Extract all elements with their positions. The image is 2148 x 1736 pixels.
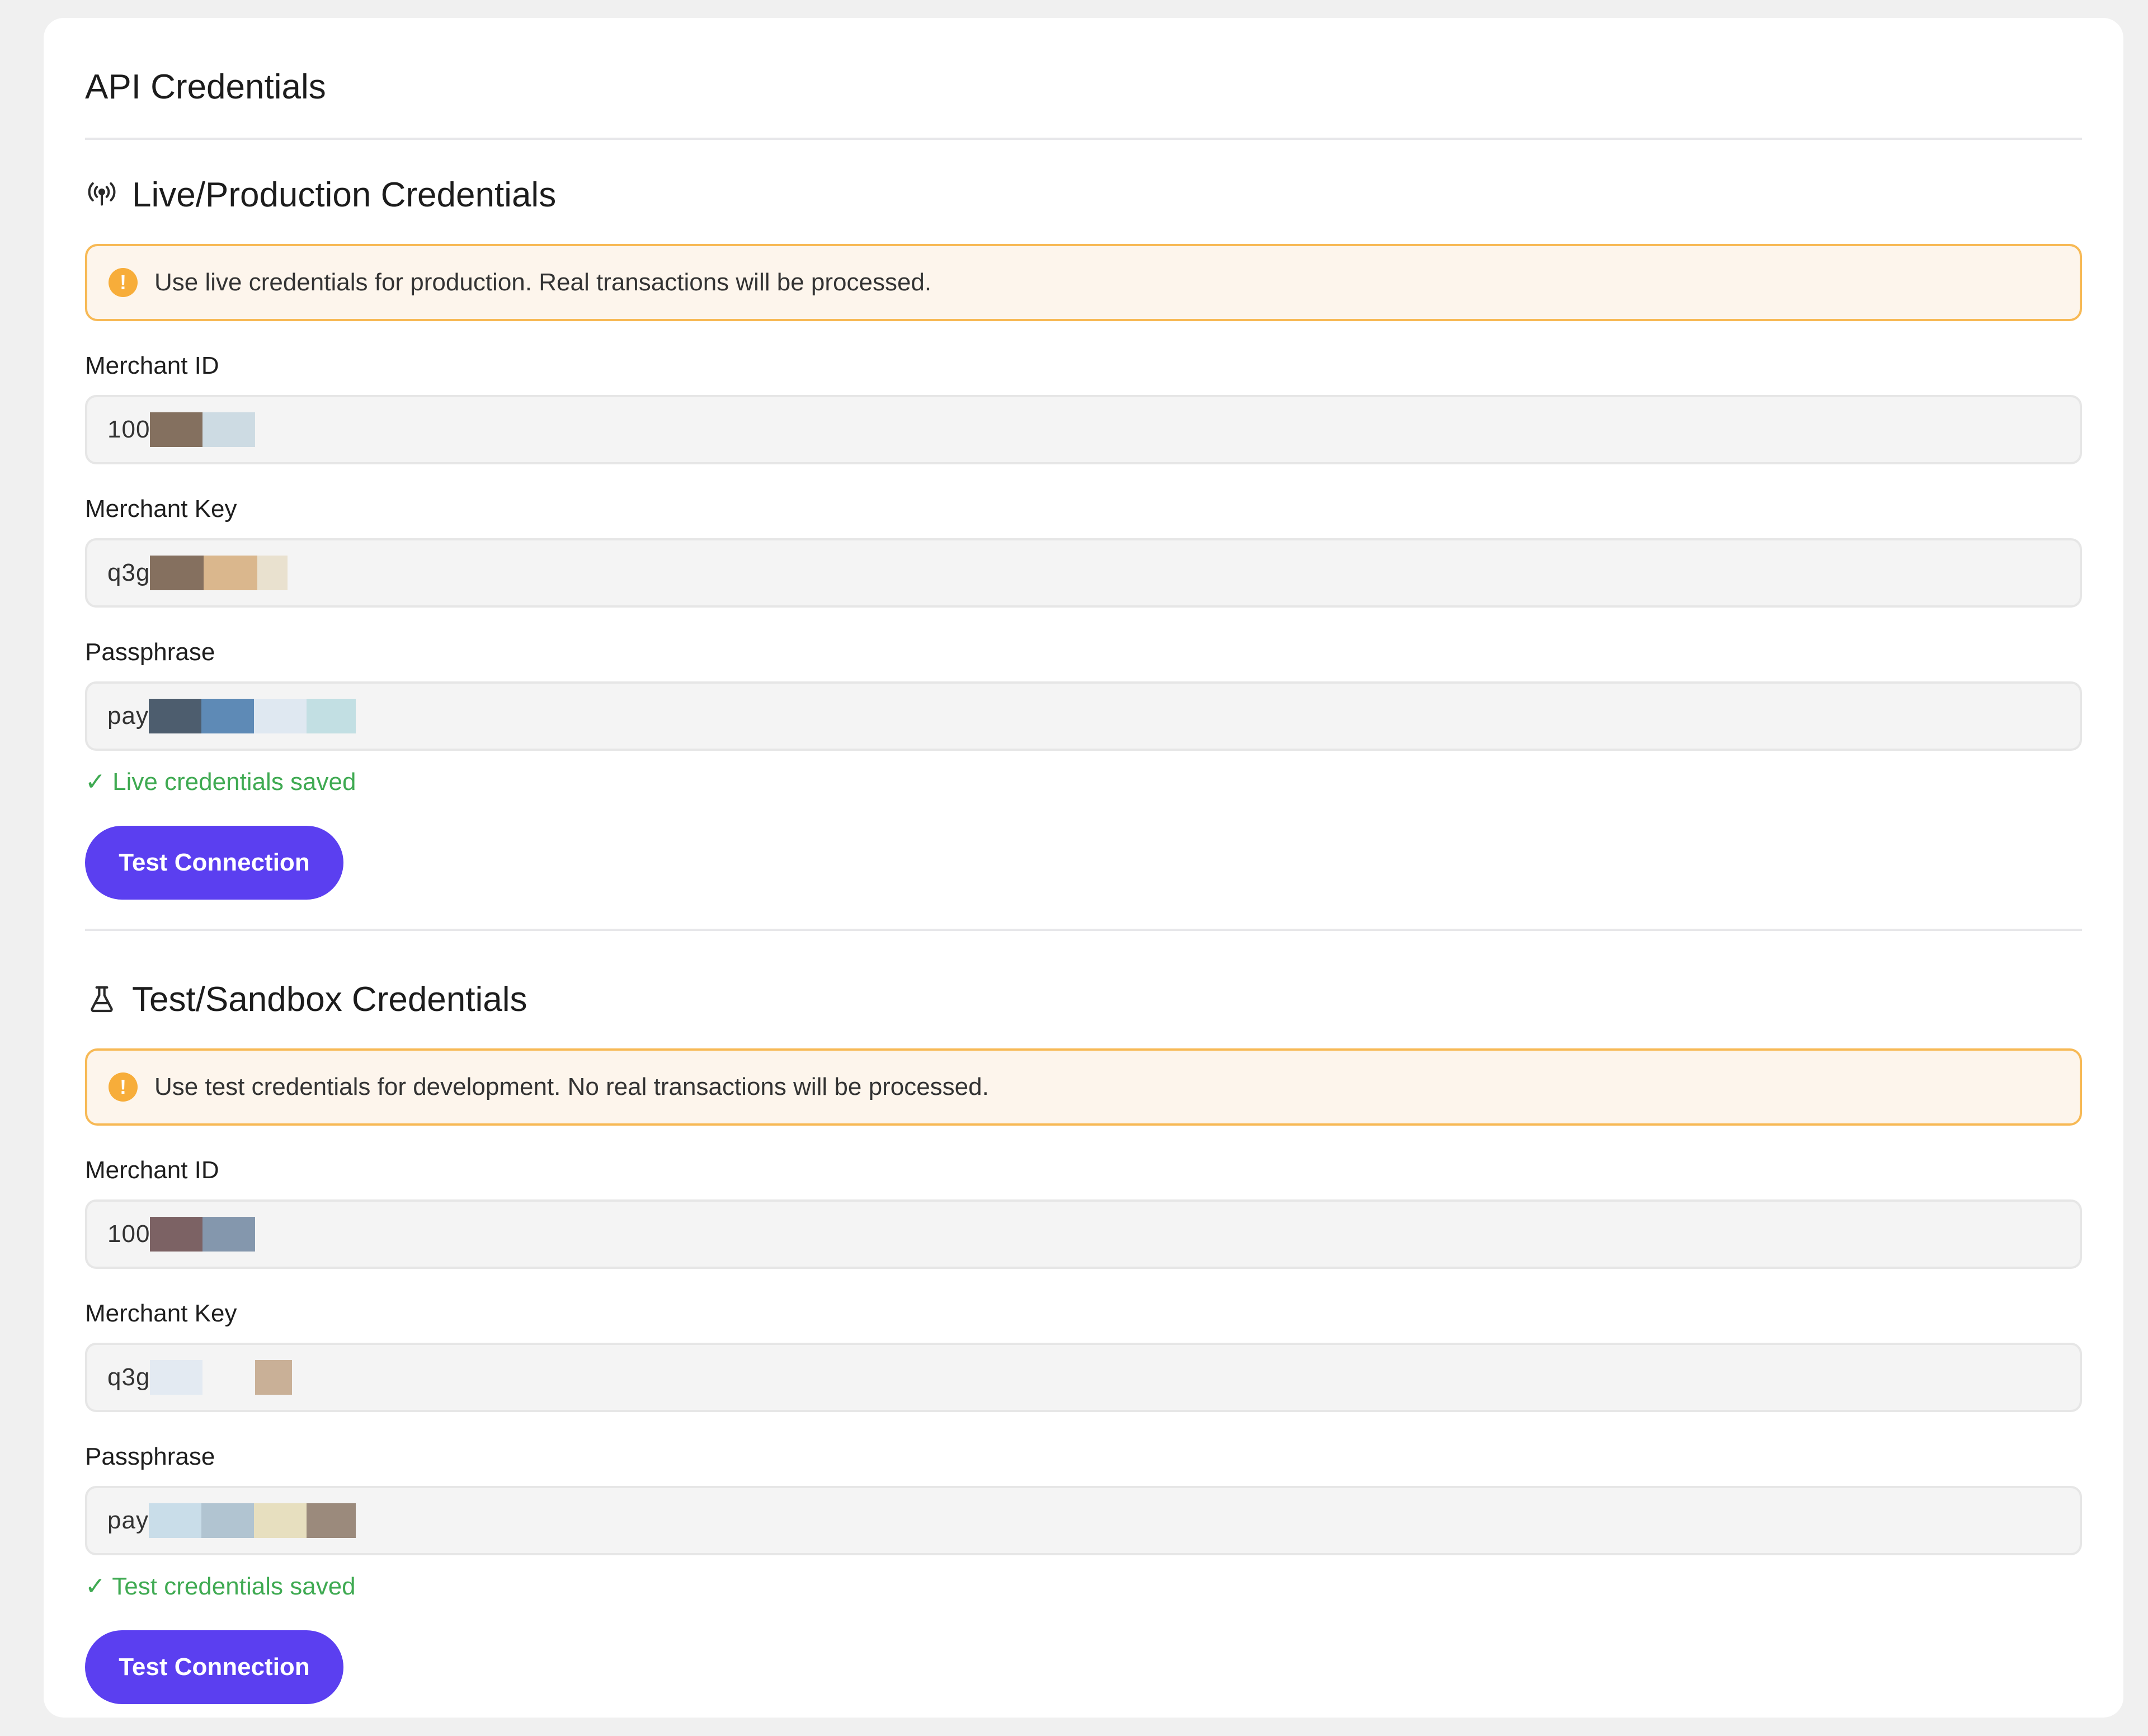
redaction-block [150,1360,203,1395]
redaction-block [253,699,307,733]
test-warning-alert: ! Use test credentials for development. … [85,1048,2082,1126]
live-credentials-section: Live/Production Credentials ! Use live c… [85,172,2082,900]
live-passphrase-value: pay [107,702,149,730]
redaction-block [150,412,203,447]
live-passphrase-label: Passphrase [85,638,215,666]
redaction-block [204,556,258,590]
live-merchant-id-input[interactable]: 100 [85,395,2082,464]
test-passphrase-input[interactable]: pay [85,1486,2082,1555]
live-merchant-key-label: Merchant Key [85,495,237,523]
warning-icon: ! [109,268,138,297]
redaction-block [201,1503,254,1538]
test-credentials-section: Test/Sandbox Credentials ! Use test cred… [85,977,2082,1704]
test-merchant-key-input[interactable]: q3g [85,1343,2082,1412]
card-title: API Credentials [85,68,326,106]
test-merchant-id-value: 100 [107,1220,150,1248]
live-merchant-key-input[interactable]: q3g [85,538,2082,608]
test-merchant-id-label: Merchant ID [85,1156,219,1184]
redaction-block [150,1217,203,1252]
section-divider [85,929,2082,931]
test-section-title: Test/Sandbox Credentials [132,980,527,1019]
flask-icon [85,982,119,1016]
test-saved-status: ✓ Test credentials saved [85,1573,356,1600]
test-passphrase-value: pay [107,1507,149,1534]
divider [85,138,2082,140]
api-credentials-card: API Credentials Live/Production Credenti… [44,18,2123,1718]
live-passphrase-input[interactable]: pay [85,681,2082,751]
test-passphrase-label: Passphrase [85,1443,215,1470]
redaction-block [148,1503,201,1538]
live-section-heading: Live/Production Credentials [85,172,2082,217]
redaction-block [148,699,201,733]
live-alert-text: Use live credentials for production. Rea… [154,269,932,296]
live-saved-status: ✓ Live credentials saved [85,768,356,796]
live-warning-alert: ! Use live credentials for production. R… [85,244,2082,321]
test-merchant-id-input[interactable]: 100 [85,1199,2082,1269]
redaction-block [202,412,256,447]
test-alert-text: Use test credentials for development. No… [154,1073,989,1100]
redaction-block [150,556,204,590]
redaction-block [253,1503,307,1538]
live-test-connection-button[interactable]: Test Connection [85,826,343,900]
live-merchant-key-value: q3g [107,559,150,586]
redaction-block [255,1360,293,1395]
redaction-block [202,1360,256,1395]
test-merchant-key-value: q3g [107,1363,150,1391]
live-section-title: Live/Production Credentials [132,175,557,214]
test-merchant-key-label: Merchant Key [85,1300,237,1327]
redaction-block [201,699,254,733]
live-merchant-id-value: 100 [107,416,150,443]
live-merchant-id-label: Merchant ID [85,352,219,379]
redaction-block [306,1503,356,1538]
warning-icon: ! [109,1072,138,1102]
redaction-block [306,699,356,733]
redaction-block [202,1217,256,1252]
test-test-connection-button[interactable]: Test Connection [85,1630,343,1704]
test-section-heading: Test/Sandbox Credentials [85,977,2082,1022]
broadcast-icon [85,178,119,211]
redaction-block [257,556,288,590]
